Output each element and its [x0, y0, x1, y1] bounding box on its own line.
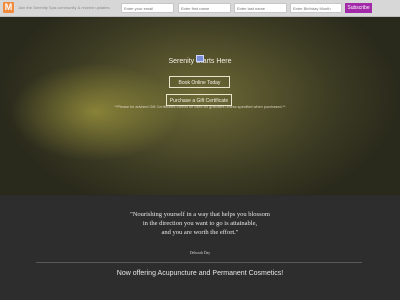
cursor-icon	[196, 55, 204, 62]
hero-section: Serenity Starts Here Book Online Today P…	[0, 17, 400, 195]
subscribe-bar: M Join the Serenity Spa community & rece…	[0, 0, 400, 17]
brand-logo[interactable]: M	[3, 2, 14, 13]
quote-line-2: in the direction you want to go is attai…	[142, 220, 258, 227]
book-online-button[interactable]: Book Online Today	[169, 76, 230, 88]
quote-line-1: "Nourishing yourself in a way that helps…	[130, 211, 270, 218]
quote-author: Deborah Day	[189, 251, 211, 255]
birthday-month-field[interactable]	[290, 3, 342, 13]
section-divider	[36, 262, 362, 263]
subscribe-bar-text: Join the Serenity Spa community & receiv…	[18, 5, 110, 10]
last-name-field[interactable]	[234, 3, 287, 13]
first-name-field[interactable]	[178, 3, 231, 13]
quote-section: "Nourishing yourself in a way that helps…	[0, 196, 400, 300]
subscribe-button[interactable]: Subscribe	[345, 3, 372, 13]
gift-certificate-disclaimer: **Please be advised Gift Certificates ca…	[114, 105, 286, 109]
quote-line-3: and you are worth the effort."	[161, 229, 239, 236]
quote-text: "Nourishing yourself in a way that helps…	[0, 210, 400, 237]
services-announcement: Now offering Acupuncture and Permanent C…	[116, 270, 284, 277]
email-field[interactable]	[121, 3, 174, 13]
